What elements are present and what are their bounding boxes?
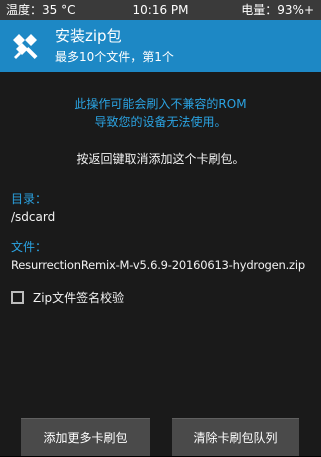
status-bar: 温度：35 °C 10:16 PM 电量：93%+ <box>0 0 321 20</box>
twrp-logo-icon <box>13 34 38 60</box>
warning-text-line2: 导致您的设备无法使用。 <box>94 115 227 129</box>
clear-zip-queue-button[interactable]: 清除卡刷包队列 <box>172 418 299 456</box>
warning-text-line1: 此操作可能会刷入不兼容的ROM <box>74 97 247 111</box>
directory-label: 目录： <box>11 192 48 206</box>
page-subtitle: 最多10个文件，第1个 <box>55 50 174 64</box>
app-header: 安装zip包 最多10个文件，第1个 <box>0 20 321 72</box>
file-label: 文件： <box>11 240 48 254</box>
battery-readout: 电量：93%+ <box>241 3 314 17</box>
cancel-notice: 按返回键取消添加这个卡刷包。 <box>76 152 245 166</box>
zip-verify-label[interactable]: Zip文件签名校验 <box>33 290 124 306</box>
file-value: ResurrectionRemix-M-v5.6.9-20160613-hydr… <box>11 258 305 272</box>
directory-value: /sdcard <box>11 210 56 224</box>
zip-verify-checkbox[interactable] <box>11 291 24 304</box>
add-more-zips-button[interactable]: 添加更多卡刷包 <box>21 418 150 456</box>
page-title: 安装zip包 <box>55 27 122 45</box>
